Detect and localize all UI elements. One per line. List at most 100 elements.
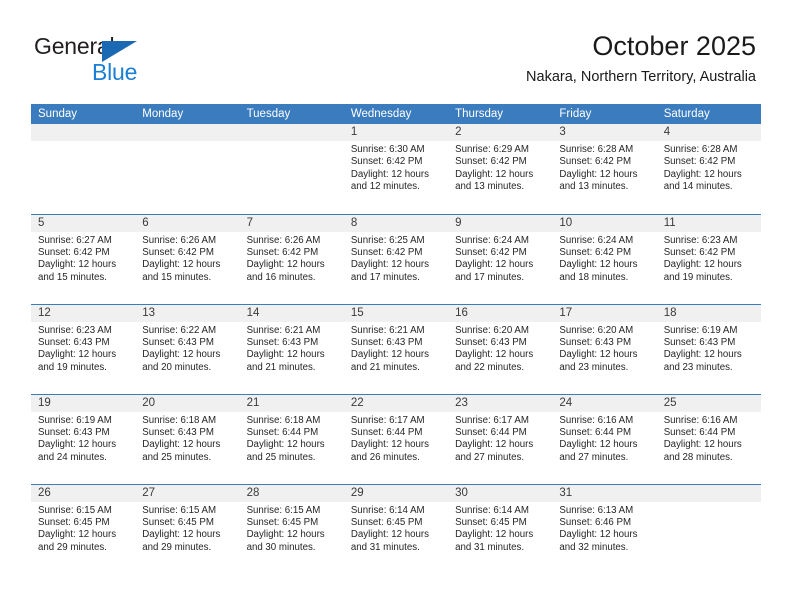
calendar-day-cell[interactable]: 24 Sunrise: 6:16 AM Sunset: 6:44 PM Dayligh… <box>552 393 657 484</box>
day-details: Sunrise: 6:17 AM Sunset: 6:44 PM Daylight:… <box>344 412 448 465</box>
day-number: 20 <box>135 394 240 412</box>
daylight-duration-line2: and 22 minutes. <box>455 361 525 373</box>
calendar-day-cell[interactable]: 1 Sunrise: 6:30 AM Sunset: 6:42 PM Daylight… <box>343 124 449 214</box>
day-number: 29 <box>343 484 449 502</box>
sunset-time: Sunset: 6:43 PM <box>350 336 423 348</box>
calendar-day-cell[interactable]: 12 Sunrise: 6:23 AM Sunset: 6:43 PM Dayligh… <box>31 303 136 394</box>
weekday-header-sunday: Sunday <box>31 104 136 124</box>
daylight-duration-line2: and 16 minutes. <box>246 271 316 283</box>
calendar-day-cell[interactable]: 10 Sunrise: 6:24 AM Sunset: 6:42 PM Dayligh… <box>552 213 657 304</box>
day-number: 10 <box>552 214 657 232</box>
calendar-day-cell[interactable]: 6 Sunrise: 6:26 AM Sunset: 6:42 PM Daylight… <box>135 213 240 304</box>
day-number: 11 <box>656 214 761 232</box>
daylight-duration-line1: Daylight: 12 hours <box>559 529 638 541</box>
calendar-day-cell[interactable]: 27 Sunrise: 6:15 AM Sunset: 6:45 PM Dayligh… <box>135 483 240 574</box>
day-details: Sunrise: 6:15 AM Sunset: 6:45 PM Daylight:… <box>31 502 135 555</box>
calendar-day-cell[interactable]: 31 Sunrise: 6:13 AM Sunset: 6:46 PM Dayligh… <box>552 483 657 574</box>
sunrise-time: Sunrise: 6:18 AM <box>142 414 217 426</box>
sunset-time: Sunset: 6:43 PM <box>663 336 736 348</box>
calendar-day-cell-empty <box>656 483 761 574</box>
daylight-duration-line1: Daylight: 12 hours <box>663 168 742 180</box>
daylight-duration-line2: and 13 minutes. <box>455 181 525 193</box>
page-title: October 2025 <box>592 31 756 61</box>
day-details: Sunrise: 6:18 AM Sunset: 6:44 PM Daylight:… <box>240 412 344 465</box>
calendar-day-cell[interactable]: 25 Sunrise: 6:16 AM Sunset: 6:44 PM Dayligh… <box>656 393 761 484</box>
sunrise-time: Sunrise: 6:25 AM <box>350 234 425 246</box>
calendar-day-cell[interactable]: 11 Sunrise: 6:23 AM Sunset: 6:42 PM Dayligh… <box>656 213 761 304</box>
sunrise-time: Sunrise: 6:20 AM <box>455 324 529 336</box>
daylight-duration-line1: Daylight: 12 hours <box>350 439 429 451</box>
day-number: 18 <box>656 304 761 322</box>
daylight-duration-line1: Daylight: 12 hours <box>455 439 534 451</box>
sunset-time: Sunset: 6:42 PM <box>142 246 214 258</box>
sunset-time: Sunset: 6:42 PM <box>559 246 632 258</box>
title-block: October 2025 Nakara, Northern Territory,… <box>526 30 756 86</box>
calendar-day-cell[interactable]: 30 Sunrise: 6:14 AM Sunset: 6:45 PM Dayligh… <box>448 483 553 574</box>
calendar-day-cell[interactable]: 2 Sunrise: 6:29 AM Sunset: 6:42 PM Daylight… <box>448 124 553 214</box>
sunrise-time: Sunrise: 6:24 AM <box>559 234 634 246</box>
daylight-duration-line1: Daylight: 12 hours <box>246 259 325 271</box>
calendar-day-cell[interactable]: 20 Sunrise: 6:18 AM Sunset: 6:43 PM Dayligh… <box>135 393 240 484</box>
calendar-day-cell[interactable]: 23 Sunrise: 6:17 AM Sunset: 6:44 PM Dayligh… <box>448 393 553 484</box>
calendar-day-cell[interactable]: 18 Sunrise: 6:19 AM Sunset: 6:43 PM Dayligh… <box>656 303 761 394</box>
daylight-duration-line1: Daylight: 12 hours <box>559 439 638 451</box>
calendar-day-cell-empty <box>239 124 344 214</box>
calendar-day-cell[interactable]: 17 Sunrise: 6:20 AM Sunset: 6:43 PM Dayligh… <box>552 303 657 394</box>
daylight-duration-line2: and 32 minutes. <box>559 541 629 553</box>
day-number: 16 <box>448 304 553 322</box>
day-number: 8 <box>343 214 449 232</box>
calendar-day-cell[interactable]: 28 Sunrise: 6:15 AM Sunset: 6:45 PM Dayligh… <box>239 483 344 574</box>
daylight-duration-line2: and 15 minutes. <box>142 271 212 283</box>
day-details: Sunrise: 6:17 AM Sunset: 6:44 PM Daylight:… <box>448 412 552 465</box>
day-details: Sunrise: 6:15 AM Sunset: 6:45 PM Daylight:… <box>135 502 239 555</box>
calendar-day-cell[interactable]: 3 Sunrise: 6:28 AM Sunset: 6:42 PM Daylight… <box>552 124 657 214</box>
sunrise-time: Sunrise: 6:23 AM <box>38 324 112 336</box>
day-number: 27 <box>135 484 240 502</box>
sunrise-time: Sunrise: 6:19 AM <box>663 324 738 336</box>
day-details: Sunrise: 6:30 AM Sunset: 6:42 PM Daylight:… <box>344 141 448 194</box>
sunrise-time: Sunrise: 6:19 AM <box>38 414 112 426</box>
day-number: 19 <box>31 394 136 412</box>
calendar-day-cell[interactable]: 15 Sunrise: 6:21 AM Sunset: 6:43 PM Dayligh… <box>343 303 449 394</box>
general-blue-logo[interactable]: General Blue <box>34 34 214 86</box>
day-details: Sunrise: 6:21 AM Sunset: 6:43 PM Daylight:… <box>240 322 344 375</box>
daylight-duration-line2: and 24 minutes. <box>38 451 107 463</box>
calendar-day-cell[interactable]: 7 Sunrise: 6:26 AM Sunset: 6:42 PM Daylight… <box>239 213 344 304</box>
sunrise-time: Sunrise: 6:14 AM <box>350 504 425 516</box>
daylight-duration-line1: Daylight: 12 hours <box>350 259 429 271</box>
sunset-time: Sunset: 6:42 PM <box>663 246 736 258</box>
sunset-time: Sunset: 6:43 PM <box>559 336 632 348</box>
sunrise-time: Sunrise: 6:15 AM <box>38 504 112 516</box>
day-details: Sunrise: 6:13 AM Sunset: 6:46 PM Daylight:… <box>552 502 656 555</box>
sunset-time: Sunset: 6:45 PM <box>142 516 214 528</box>
day-details: Sunrise: 6:29 AM Sunset: 6:42 PM Daylight:… <box>448 141 552 194</box>
day-details: Sunrise: 6:16 AM Sunset: 6:44 PM Daylight:… <box>657 412 761 465</box>
calendar-day-cell[interactable]: 9 Sunrise: 6:24 AM Sunset: 6:42 PM Daylight… <box>448 213 553 304</box>
daylight-duration-line1: Daylight: 12 hours <box>559 168 638 180</box>
daylight-duration-line2: and 25 minutes. <box>142 451 212 463</box>
calendar-day-cell[interactable]: 8 Sunrise: 6:25 AM Sunset: 6:42 PM Daylight… <box>343 213 449 304</box>
day-number: 23 <box>448 394 553 412</box>
day-details: Sunrise: 6:23 AM Sunset: 6:43 PM Daylight:… <box>31 322 135 375</box>
daylight-duration-line2: and 15 minutes. <box>38 271 107 283</box>
calendar-day-cell[interactable]: 14 Sunrise: 6:21 AM Sunset: 6:43 PM Dayligh… <box>239 303 344 394</box>
day-details: Sunrise: 6:28 AM Sunset: 6:42 PM Daylight:… <box>552 141 656 194</box>
calendar-day-cell[interactable]: 21 Sunrise: 6:18 AM Sunset: 6:44 PM Dayligh… <box>239 393 344 484</box>
sunrise-time: Sunrise: 6:30 AM <box>350 144 425 155</box>
calendar-day-cell[interactable]: 26 Sunrise: 6:15 AM Sunset: 6:45 PM Dayligh… <box>31 483 136 574</box>
calendar-day-cell[interactable]: 19 Sunrise: 6:19 AM Sunset: 6:43 PM Dayligh… <box>31 393 136 484</box>
calendar-day-cell[interactable]: 13 Sunrise: 6:22 AM Sunset: 6:43 PM Dayligh… <box>135 303 240 394</box>
daylight-duration-line2: and 17 minutes. <box>455 271 525 283</box>
sunrise-sunset-calendar: Sunday Monday Tuesday Wednesday Thursday… <box>31 104 761 574</box>
calendar-day-cell[interactable]: 16 Sunrise: 6:20 AM Sunset: 6:43 PM Dayligh… <box>448 303 553 394</box>
calendar-day-cell[interactable]: 4 Sunrise: 6:28 AM Sunset: 6:42 PM Daylight… <box>656 124 761 214</box>
weekday-header-wednesday: Wednesday <box>343 104 449 124</box>
weekday-header-saturday: Saturday <box>656 104 761 124</box>
calendar-day-cell[interactable]: 22 Sunrise: 6:17 AM Sunset: 6:44 PM Dayligh… <box>343 393 449 484</box>
day-details: Sunrise: 6:15 AM Sunset: 6:45 PM Daylight:… <box>240 502 344 555</box>
day-number <box>239 124 344 141</box>
sunset-time: Sunset: 6:43 PM <box>455 336 527 348</box>
weekday-header-friday: Friday <box>552 104 657 124</box>
calendar-day-cell[interactable]: 29 Sunrise: 6:14 AM Sunset: 6:45 PM Dayligh… <box>343 483 449 574</box>
calendar-day-cell[interactable]: 5 Sunrise: 6:27 AM Sunset: 6:42 PM Daylight… <box>31 213 136 304</box>
